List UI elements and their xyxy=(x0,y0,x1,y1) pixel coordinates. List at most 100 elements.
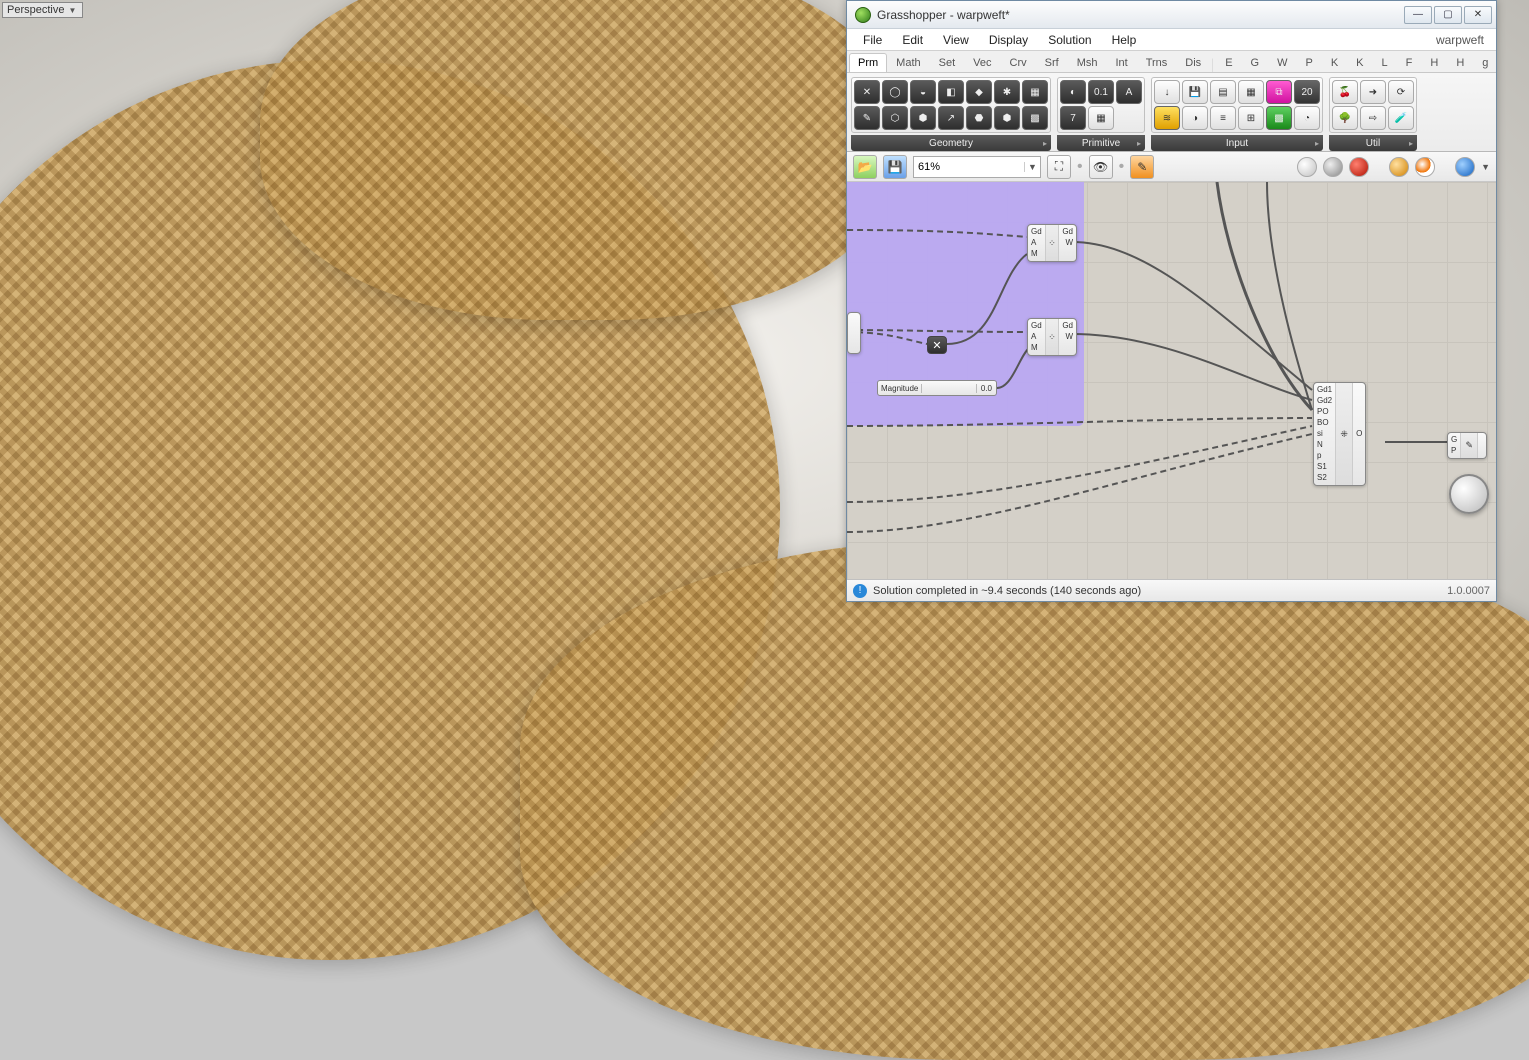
input-button[interactable]: ▩ xyxy=(1266,106,1292,130)
geom-button[interactable]: ✕ xyxy=(854,80,880,104)
util-button[interactable]: ⇨ xyxy=(1360,106,1386,130)
dial-control[interactable] xyxy=(1449,474,1489,514)
tab-g[interactable]: G xyxy=(1242,53,1269,72)
menu-file[interactable]: File xyxy=(853,31,892,49)
number-slider[interactable]: Magnitude 0.0 xyxy=(877,380,997,396)
display-render-button[interactable] xyxy=(1349,157,1369,177)
canvas[interactable]: Gd A M ⁘ Gd W Gd A M ⁘ Gd W xyxy=(847,182,1496,579)
tab-srf[interactable]: Srf xyxy=(1036,53,1068,72)
canvas-component[interactable] xyxy=(847,312,861,354)
input-button[interactable]: ▤ xyxy=(1210,80,1236,104)
minimize-button[interactable]: — xyxy=(1404,6,1432,24)
tab-msh[interactable]: Msh xyxy=(1068,53,1107,72)
display-wireframe-button[interactable] xyxy=(1297,157,1317,177)
separator: • xyxy=(1077,158,1083,176)
menu-solution[interactable]: Solution xyxy=(1038,31,1101,49)
zoom-combo[interactable]: ▼ xyxy=(913,156,1041,178)
tab-p[interactable]: P xyxy=(1296,53,1321,72)
geom-button[interactable]: ◒ xyxy=(910,80,936,104)
port-out: Gd xyxy=(1062,321,1073,331)
geom-button[interactable]: ⬡ xyxy=(882,106,908,130)
tab-w[interactable]: W xyxy=(1268,53,1296,72)
preview-selected-button[interactable] xyxy=(1389,157,1409,177)
util-button[interactable]: ⟳ xyxy=(1388,80,1414,104)
maximize-button[interactable]: ▢ xyxy=(1434,6,1462,24)
prim-button[interactable]: A xyxy=(1116,80,1142,104)
canvas-component[interactable]: Gd1 Gd2 PO BO si N p S1 S2 ⁜ O xyxy=(1313,382,1366,486)
display-shaded-button[interactable] xyxy=(1323,157,1343,177)
menu-edit[interactable]: Edit xyxy=(892,31,933,49)
tab-g2[interactable]: g xyxy=(1473,53,1497,72)
geom-button[interactable]: ⬣ xyxy=(966,106,992,130)
geom-button[interactable]: ⬢ xyxy=(994,106,1020,130)
panel-label[interactable]: Input xyxy=(1151,135,1323,151)
canvas-component[interactable]: G P ✎ xyxy=(1447,432,1487,459)
geom-button[interactable]: ◆ xyxy=(966,80,992,104)
tab-int[interactable]: Int xyxy=(1106,53,1136,72)
viewport-label[interactable]: Perspective ▼ xyxy=(2,2,83,18)
geom-button[interactable]: ⬢ xyxy=(910,106,936,130)
tab-l[interactable]: L xyxy=(1373,53,1397,72)
tab-e[interactable]: E xyxy=(1216,53,1241,72)
canvas-component[interactable]: Gd A M ⁘ Gd W xyxy=(1027,224,1077,262)
input-button[interactable]: ◔ xyxy=(1294,106,1320,130)
panel-label[interactable]: Util xyxy=(1329,135,1417,151)
geom-button[interactable]: ◧ xyxy=(938,80,964,104)
tab-k[interactable]: K xyxy=(1322,53,1347,72)
panel-label[interactable]: Primitive xyxy=(1057,135,1145,151)
prim-button[interactable]: ◐ xyxy=(1060,80,1086,104)
panel-label[interactable]: Geometry xyxy=(851,135,1051,151)
tab-set[interactable]: Set xyxy=(930,53,965,72)
tab-f[interactable]: F xyxy=(1397,53,1422,72)
prim-button[interactable]: ▦ xyxy=(1088,106,1114,130)
util-button[interactable]: ➜ xyxy=(1360,80,1386,104)
geom-button[interactable]: ✱ xyxy=(994,80,1020,104)
preview-toggle-button[interactable] xyxy=(1415,157,1435,177)
geom-button[interactable]: ◯ xyxy=(882,80,908,104)
input-button[interactable]: ◑ xyxy=(1182,106,1208,130)
tab-h[interactable]: H xyxy=(1421,53,1447,72)
menu-help[interactable]: Help xyxy=(1102,31,1147,49)
close-button[interactable]: ✕ xyxy=(1464,6,1492,24)
input-button[interactable]: ▦ xyxy=(1238,80,1264,104)
prim-button[interactable]: 0.1 xyxy=(1088,80,1114,104)
document-preview-button[interactable] xyxy=(1455,157,1475,177)
sketch-button[interactable]: ✎ xyxy=(1130,155,1154,179)
input-button[interactable]: ↓ xyxy=(1154,80,1180,104)
open-file-button[interactable]: 📂 xyxy=(853,155,877,179)
menu-display[interactable]: Display xyxy=(979,31,1038,49)
tab-trns[interactable]: Trns xyxy=(1137,53,1177,72)
util-button[interactable]: 🌳 xyxy=(1332,106,1358,130)
prim-button[interactable]: 7 xyxy=(1060,106,1086,130)
zoom-extents-button[interactable]: ⛶ xyxy=(1047,155,1071,179)
input-button[interactable]: 20 xyxy=(1294,80,1320,104)
tab-k2[interactable]: K xyxy=(1347,53,1372,72)
input-button[interactable]: ≡ xyxy=(1210,106,1236,130)
tab-math[interactable]: Math xyxy=(887,53,929,72)
tab-h2[interactable]: H xyxy=(1447,53,1473,72)
preview-button[interactable]: 👁 xyxy=(1089,155,1113,179)
canvas-component[interactable]: Gd A M ⁘ Gd W xyxy=(1027,318,1077,356)
util-button[interactable]: 🍒 xyxy=(1332,80,1358,104)
port-in: P xyxy=(1451,446,1457,456)
tab-crv[interactable]: Crv xyxy=(1001,53,1036,72)
input-button[interactable]: ⊞ xyxy=(1238,106,1264,130)
geom-button[interactable]: ✎ xyxy=(854,106,880,130)
dropdown-icon[interactable]: ▼ xyxy=(1481,162,1490,172)
input-button[interactable]: 💾 xyxy=(1182,80,1208,104)
tab-dis[interactable]: Dis xyxy=(1176,53,1210,72)
menu-view[interactable]: View xyxy=(933,31,979,49)
titlebar[interactable]: Grasshopper - warpweft* — ▢ ✕ xyxy=(847,1,1496,29)
util-button[interactable]: 🧪 xyxy=(1388,106,1414,130)
zoom-input[interactable] xyxy=(914,161,1024,173)
geom-button[interactable]: ↗ xyxy=(938,106,964,130)
dropdown-icon[interactable]: ▼ xyxy=(1024,162,1040,172)
input-button[interactable]: ≋ xyxy=(1154,106,1180,130)
negative-component[interactable]: ✕ xyxy=(927,336,947,354)
geom-button[interactable]: ▩ xyxy=(1022,106,1048,130)
save-file-button[interactable]: 💾 xyxy=(883,155,907,179)
tab-prm[interactable]: Prm xyxy=(849,53,887,72)
input-button[interactable]: ⧉ xyxy=(1266,80,1292,104)
tab-vec[interactable]: Vec xyxy=(964,53,1000,72)
geom-button[interactable]: ▦ xyxy=(1022,80,1048,104)
